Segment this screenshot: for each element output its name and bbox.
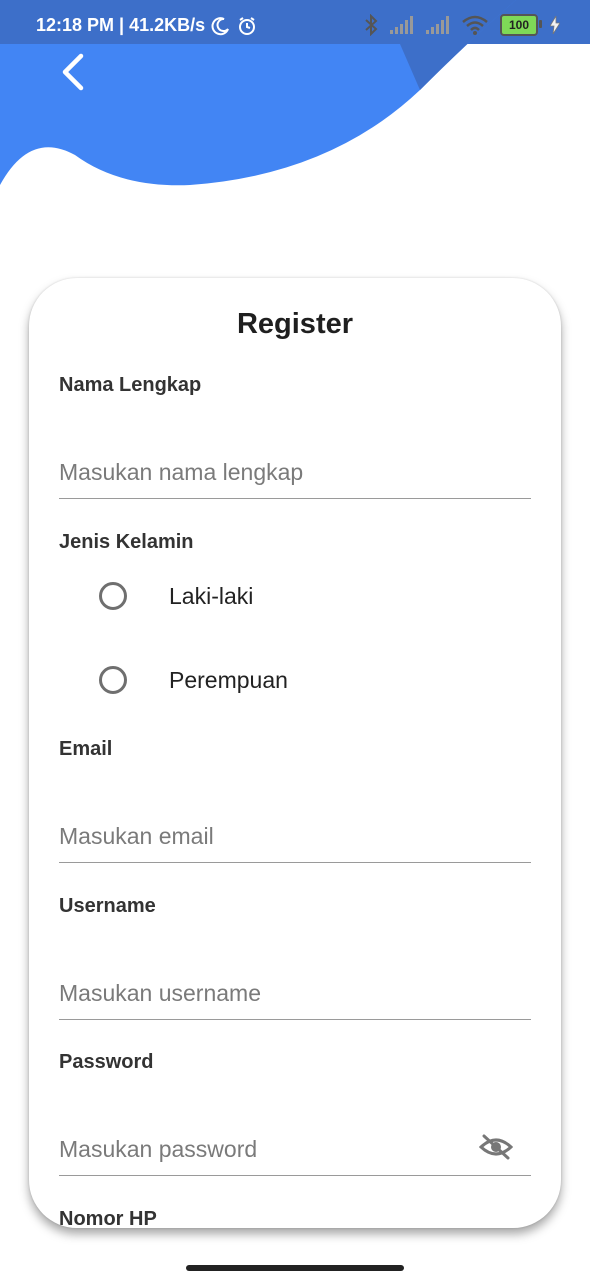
status-bar: 12:18 PM | 41.2KB/s 100 xyxy=(0,0,590,44)
username-input[interactable] xyxy=(59,963,531,1023)
nama-lengkap-input[interactable] xyxy=(59,442,531,502)
nama-lengkap-label: Nama Lengkap xyxy=(59,374,202,396)
radio-button-perempuan[interactable] xyxy=(99,666,127,694)
bluetooth-icon xyxy=(365,14,378,36)
moon-icon xyxy=(211,16,230,35)
username-field xyxy=(59,959,531,1023)
radio-label-laki-laki: Laki-laki xyxy=(169,582,254,609)
battery-icon: 100 xyxy=(500,14,542,36)
email-field xyxy=(59,802,531,866)
password-label: Password xyxy=(59,1051,154,1073)
radio-perempuan[interactable]: Perempuan xyxy=(99,666,288,694)
nama-lengkap-field xyxy=(59,438,531,502)
eye-off-icon[interactable] xyxy=(479,1133,513,1161)
back-button[interactable] xyxy=(50,50,94,94)
radio-laki-laki[interactable]: Laki-laki xyxy=(99,582,253,610)
username-label: Username xyxy=(59,895,156,917)
radio-button-laki-laki[interactable] xyxy=(99,582,127,610)
nomor-hp-label: Nomor HP xyxy=(59,1208,157,1228)
chevron-left-icon xyxy=(62,53,84,91)
battery-level: 100 xyxy=(508,18,530,32)
password-input[interactable] xyxy=(59,1119,459,1179)
charging-icon xyxy=(550,16,560,34)
status-right: 100 xyxy=(364,14,560,36)
radio-label-perempuan: Perempuan xyxy=(169,666,288,693)
status-left: 12:18 PM | 41.2KB/s xyxy=(36,15,257,36)
signal-icon xyxy=(390,16,413,34)
email-input[interactable] xyxy=(59,806,531,866)
wifi-icon xyxy=(462,15,488,35)
signal-icon-2 xyxy=(426,16,449,34)
home-indicator[interactable] xyxy=(186,1265,404,1271)
page-title: Register xyxy=(236,308,354,340)
register-card: Register Nama Lengkap Jenis Kelamin Laki… xyxy=(29,278,561,1228)
alarm-clock-icon xyxy=(239,16,256,35)
email-label: Email xyxy=(59,738,113,760)
status-time-speed: 12:18 PM | 41.2KB/s xyxy=(36,15,206,35)
password-field xyxy=(59,1115,531,1179)
jenis-kelamin-label: Jenis Kelamin xyxy=(59,531,194,553)
